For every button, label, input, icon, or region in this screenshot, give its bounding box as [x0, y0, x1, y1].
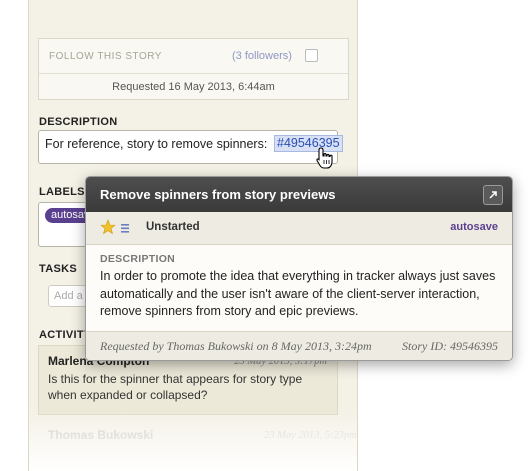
follow-section: FOLLOW THIS STORY (3 followers) Requeste… — [38, 38, 349, 100]
popover-header: Remove spinners from story previews — [86, 177, 512, 212]
description-field[interactable]: For reference, story to remove spinners:… — [38, 130, 343, 164]
requested-by: Requested by Thomas Bukowski on 8 May 20… — [100, 339, 372, 353]
estimate-bars-icon — [121, 222, 129, 240]
popover-footer: Requested by Thomas Bukowski on 8 May 20… — [86, 331, 512, 360]
activity-date: 23 May 2013, 5:23pm — [264, 430, 357, 441]
description-text: For reference, story to remove spinners: — [45, 137, 268, 151]
popover-description-text: In order to promote the idea that everyt… — [100, 269, 496, 318]
story-state: Unstarted — [146, 221, 200, 233]
expand-arrow-icon[interactable] — [483, 185, 503, 205]
story-label[interactable]: autosave — [450, 221, 498, 233]
star-icon[interactable] — [100, 219, 116, 240]
popover-description-heading: DESCRIPTION — [100, 253, 176, 265]
follow-row: FOLLOW THIS STORY (3 followers) — [39, 39, 348, 74]
follow-checkbox[interactable] — [305, 49, 318, 62]
story-id: Story ID: 49546395 — [402, 339, 498, 353]
followers-count[interactable]: (3 followers) — [232, 50, 292, 62]
activity-text: Is this for the spinner that appears for… — [48, 372, 303, 402]
requested-date: Requested 16 May 2013, 6:44am — [112, 81, 275, 93]
activity-heading: ACTIVITY — [39, 329, 92, 341]
follow-story-label: FOLLOW THIS STORY — [49, 51, 162, 62]
story-preview-popover: Remove spinners from story previews Unst… — [85, 176, 513, 361]
description-heading: DESCRIPTION — [39, 116, 118, 128]
hand-pointer-icon — [312, 145, 338, 171]
popover-title: Remove spinners from story previews — [100, 187, 336, 202]
labels-heading: LABELS — [39, 186, 85, 198]
tasks-heading: TASKS — [39, 263, 77, 275]
activity-author: Thomas Bukowski — [48, 428, 154, 442]
